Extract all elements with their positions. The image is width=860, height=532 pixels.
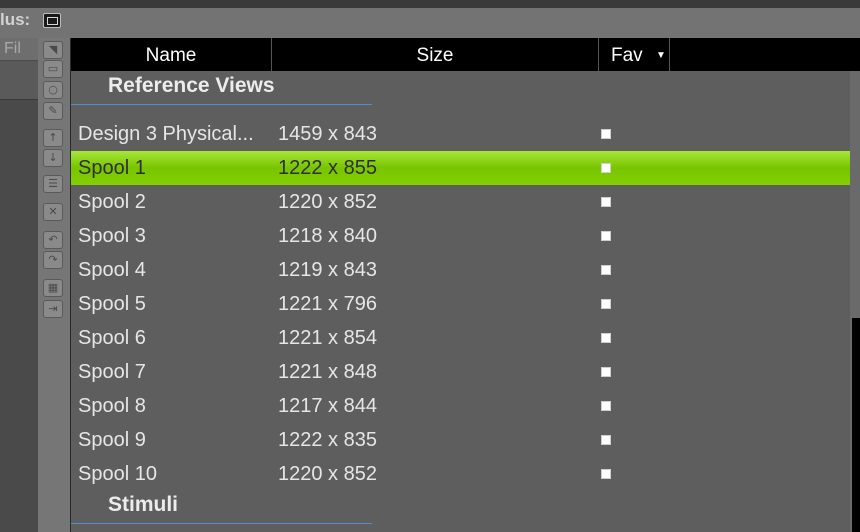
table-row[interactable]: Spool 5 1221 x 796	[71, 287, 851, 321]
table-row[interactable]: Spool 10 1220 x 852	[71, 457, 851, 491]
redo-icon[interactable]: ↷	[43, 251, 63, 269]
column-header-fav[interactable]: Fav ▼	[599, 38, 670, 71]
left-panel-tab[interactable]: Fil	[0, 38, 38, 60]
table-row[interactable]: Spool 2 1220 x 852	[71, 185, 851, 219]
row-name: Spool 2	[78, 191, 146, 213]
row-size: 1221 x 848	[278, 361, 377, 383]
row-name: Spool 1	[78, 157, 146, 179]
favorite-checkbox[interactable]	[601, 299, 611, 309]
row-size: 1220 x 852	[278, 191, 377, 213]
group-underline	[71, 104, 372, 105]
favorite-checkbox[interactable]	[601, 333, 611, 343]
row-name: Design 3 Physical...	[78, 123, 254, 145]
right-panel-header	[850, 38, 860, 71]
row-size: 1219 x 843	[278, 259, 377, 281]
group-underline	[71, 523, 372, 524]
undo-icon[interactable]: ↶	[43, 231, 63, 249]
table-row[interactable]: Spool 1 1222 x 855	[71, 151, 851, 185]
row-size: 1459 x 843	[278, 123, 377, 145]
grid-icon[interactable]: ▦	[43, 279, 63, 297]
row-name: Spool 4	[78, 259, 146, 281]
table-header: Name Size Fav ▼	[71, 38, 851, 71]
window-top-bar	[0, 0, 860, 8]
left-panel-header	[0, 61, 38, 100]
row-name: Spool 8	[78, 395, 146, 417]
row-name: Spool 9	[78, 429, 146, 451]
table-row[interactable]: Spool 9 1222 x 835	[71, 423, 851, 457]
favorite-checkbox[interactable]	[601, 163, 611, 173]
move-down-icon[interactable]: ↓	[43, 149, 63, 167]
favorite-checkbox[interactable]	[601, 231, 611, 241]
favorite-checkbox[interactable]	[601, 469, 611, 479]
table-row[interactable]: Design 3 Physical... 1459 x 843	[71, 117, 851, 151]
row-size: 1222 x 835	[278, 429, 377, 451]
sort-down-icon: ▼	[655, 50, 666, 61]
vertical-toolbar: ◥ ▭ ○ ✎ ↑ ↓ ☰ ✕ ↶ ↷ ▦ ⇥	[38, 38, 70, 532]
row-name: Spool 5	[78, 293, 146, 315]
row-size: 1218 x 840	[278, 225, 377, 247]
rectangle-icon[interactable]: ▭	[43, 60, 63, 78]
row-name: Spool 7	[78, 361, 146, 383]
favorite-checkbox[interactable]	[601, 129, 611, 139]
group-title[interactable]: Stimuli	[108, 493, 178, 517]
row-size: 1217 x 844	[278, 395, 377, 417]
app-title-fragment: lus:	[0, 10, 31, 29]
row-size: 1221 x 854	[278, 327, 377, 349]
row-name: Spool 10	[78, 463, 157, 485]
table-row[interactable]: Spool 3 1218 x 840	[71, 219, 851, 253]
row-name: Spool 3	[78, 225, 146, 247]
favorite-checkbox[interactable]	[601, 197, 611, 207]
move-up-icon[interactable]: ↑	[43, 129, 63, 147]
row-size: 1220 x 852	[278, 463, 377, 485]
table-row[interactable]: Spool 6 1221 x 854	[71, 321, 851, 355]
window-toggle-icon[interactable]	[43, 13, 61, 28]
column-header-fav-label: Fav	[611, 45, 643, 66]
select-arrow-icon[interactable]: ◥	[43, 41, 63, 59]
right-scrollbar[interactable]	[852, 318, 860, 532]
delete-icon[interactable]: ✕	[43, 203, 63, 221]
top-toolbar	[0, 8, 860, 38]
layers-icon[interactable]: ☰	[43, 175, 63, 193]
left-panel	[0, 38, 38, 532]
table-row[interactable]: Spool 4 1219 x 843	[71, 253, 851, 287]
group-title[interactable]: Reference Views	[108, 74, 275, 98]
export-icon[interactable]: ⇥	[43, 300, 63, 318]
column-header-size[interactable]: Size	[272, 38, 599, 71]
table-row[interactable]: Spool 8 1217 x 844	[71, 389, 851, 423]
row-size: 1222 x 855	[278, 157, 377, 179]
column-header-name[interactable]: Name	[71, 38, 272, 71]
favorite-checkbox[interactable]	[601, 401, 611, 411]
ellipse-icon[interactable]: ○	[43, 81, 63, 99]
favorite-checkbox[interactable]	[601, 367, 611, 377]
views-table: Name Size Fav ▼ Reference Views Design 3 …	[70, 38, 851, 532]
row-name: Spool 6	[78, 327, 146, 349]
favorite-checkbox[interactable]	[601, 265, 611, 275]
row-size: 1221 x 796	[278, 293, 377, 315]
edit-icon[interactable]: ✎	[43, 102, 63, 120]
favorite-checkbox[interactable]	[601, 435, 611, 445]
table-row[interactable]: Spool 7 1221 x 848	[71, 355, 851, 389]
